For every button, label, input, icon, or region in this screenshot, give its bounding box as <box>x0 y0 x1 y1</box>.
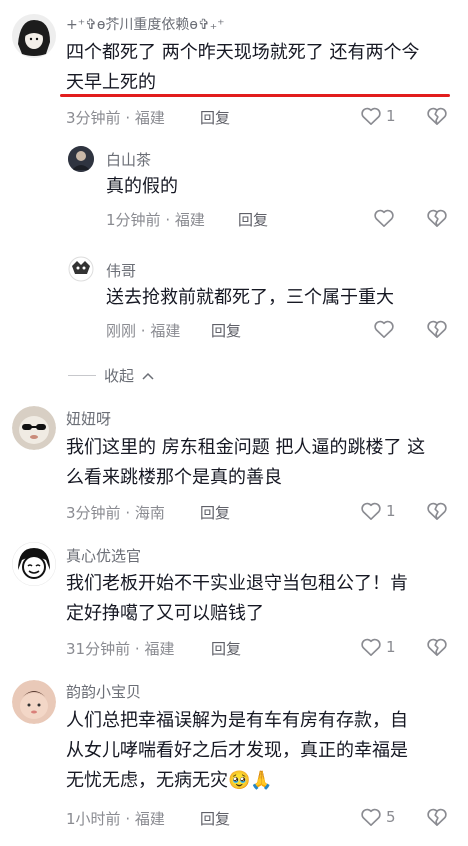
comment-text-line: 人们总把幸福误解为是有车有房有存款，自 <box>66 710 408 731</box>
comment-text-line: 从女儿哮喘看好之后才发现，真正的幸福是 <box>66 740 408 761</box>
reply-username[interactable]: 白山茶 <box>106 149 151 170</box>
like-count: 5 <box>386 808 396 826</box>
heart-icon <box>360 807 382 827</box>
like-button[interactable]: 1 <box>360 501 396 521</box>
comment-text-line: 定好挣噶了又可以赔钱了 <box>66 603 264 624</box>
reply-meta: 1分钟前 · 福建 <box>106 209 205 230</box>
reply-button[interactable]: 回复 <box>211 638 241 659</box>
comment-text-line: 我们老板开始不干实业退守当包租公了！肯 <box>66 573 408 594</box>
broken-heart-icon <box>426 106 448 126</box>
like-button[interactable] <box>373 208 395 228</box>
like-count: 1 <box>386 502 396 520</box>
comment-location: 福建 <box>134 109 165 127</box>
comment-text-line: 四个都死了 两个昨天现场就死了 还有两个今 <box>66 42 420 63</box>
heart-icon <box>373 208 395 228</box>
comment-location: 福建 <box>134 810 165 828</box>
comment-location: 福建 <box>150 322 181 340</box>
red-underline-annotation <box>60 94 450 97</box>
like-button[interactable] <box>373 319 395 339</box>
comment-username[interactable]: 妞妞呀 <box>66 408 111 429</box>
meta-separator: · <box>165 211 171 229</box>
meta-separator: · <box>125 810 131 828</box>
comment-meta: 1小时前 · 福建 <box>66 808 165 829</box>
comment-text: 我们这里的 房东租金问题 把人逼的跳楼了 这 么看来跳楼那个是真的善良 <box>66 433 458 493</box>
dislike-button[interactable] <box>426 637 448 657</box>
reply-button[interactable]: 回复 <box>211 320 241 341</box>
dislike-button[interactable] <box>426 208 448 228</box>
comment-time: 3分钟前 <box>66 504 121 522</box>
avatar[interactable] <box>68 256 94 282</box>
comment-time: 刚刚 <box>106 322 137 340</box>
reply-text: 真的假的 <box>106 176 178 197</box>
reply-button[interactable]: 回复 <box>238 209 268 230</box>
broken-heart-icon <box>426 501 448 521</box>
meta-separator: · <box>140 322 146 340</box>
comment-text: 四个都死了 两个昨天现场就死了 还有两个今 天早上死的 <box>66 38 458 98</box>
avatar[interactable] <box>12 680 56 724</box>
like-count: 1 <box>386 107 396 125</box>
collapse-label: 收起 <box>104 367 135 385</box>
comment-time: 31分钟前 <box>66 640 131 658</box>
like-button[interactable]: 1 <box>360 637 396 657</box>
comment-username[interactable]: 真心优选官 <box>66 545 141 566</box>
avatar[interactable] <box>68 146 94 172</box>
comment-text-line: 无忧无虑，无病无灾🥹🙏 <box>66 770 273 791</box>
meta-separator: · <box>125 504 131 522</box>
reply-button[interactable]: 回复 <box>200 808 230 829</box>
comment-time: 1小时前 <box>66 810 121 828</box>
reply-text: 送去抢救前就都死了，三个属于重大 <box>106 287 394 308</box>
like-button[interactable]: 1 <box>360 106 396 126</box>
avatar[interactable] <box>12 406 56 450</box>
comment-time: 3分钟前 <box>66 109 121 127</box>
broken-heart-icon <box>426 208 448 228</box>
heart-icon <box>360 106 382 126</box>
comment-text-line: 么看来跳楼那个是真的善良 <box>66 467 282 488</box>
comment-meta: 3分钟前 · 福建 <box>66 107 165 128</box>
reply-button[interactable]: 回复 <box>200 502 230 523</box>
like-count: 1 <box>386 638 396 656</box>
heart-icon <box>360 501 382 521</box>
reply-username[interactable]: 伟哥 <box>106 260 136 281</box>
comment-text: 我们老板开始不干实业退守当包租公了！肯 定好挣噶了又可以赔钱了 <box>66 569 458 629</box>
collapse-replies-button[interactable]: 收起 <box>68 365 154 386</box>
comment-meta: 3分钟前 · 海南 <box>66 502 165 523</box>
dislike-button[interactable] <box>426 807 448 827</box>
reply-button[interactable]: 回复 <box>200 107 230 128</box>
meta-separator: · <box>125 109 131 127</box>
comment-location: 福建 <box>174 211 205 229</box>
comment-location: 福建 <box>144 640 175 658</box>
avatar[interactable] <box>12 542 56 586</box>
comment-username[interactable]: +⁺✞ɵ芥川重度依赖ɵ✞₊⁺ <box>66 14 225 34</box>
broken-heart-icon <box>426 319 448 339</box>
divider <box>68 375 96 376</box>
comment-meta: 31分钟前 · 福建 <box>66 638 174 659</box>
dislike-button[interactable] <box>426 501 448 521</box>
broken-heart-icon <box>426 637 448 657</box>
chevron-up-icon <box>142 372 154 380</box>
comment-text: 人们总把幸福误解为是有车有房有存款，自 从女儿哮喘看好之后才发现，真正的幸福是 … <box>66 706 458 796</box>
comment-text-line: 我们这里的 房东租金问题 把人逼的跳楼了 这 <box>66 437 426 458</box>
comment-username[interactable]: 韵韵小宝贝 <box>66 681 141 702</box>
broken-heart-icon <box>426 807 448 827</box>
heart-icon <box>360 637 382 657</box>
like-button[interactable]: 5 <box>360 807 396 827</box>
reply-meta: 刚刚 · 福建 <box>106 320 180 341</box>
heart-icon <box>373 319 395 339</box>
dislike-button[interactable] <box>426 106 448 126</box>
avatar[interactable] <box>12 14 56 58</box>
meta-separator: · <box>134 640 140 658</box>
dislike-button[interactable] <box>426 319 448 339</box>
comment-location: 海南 <box>134 504 165 522</box>
comment-time: 1分钟前 <box>106 211 161 229</box>
